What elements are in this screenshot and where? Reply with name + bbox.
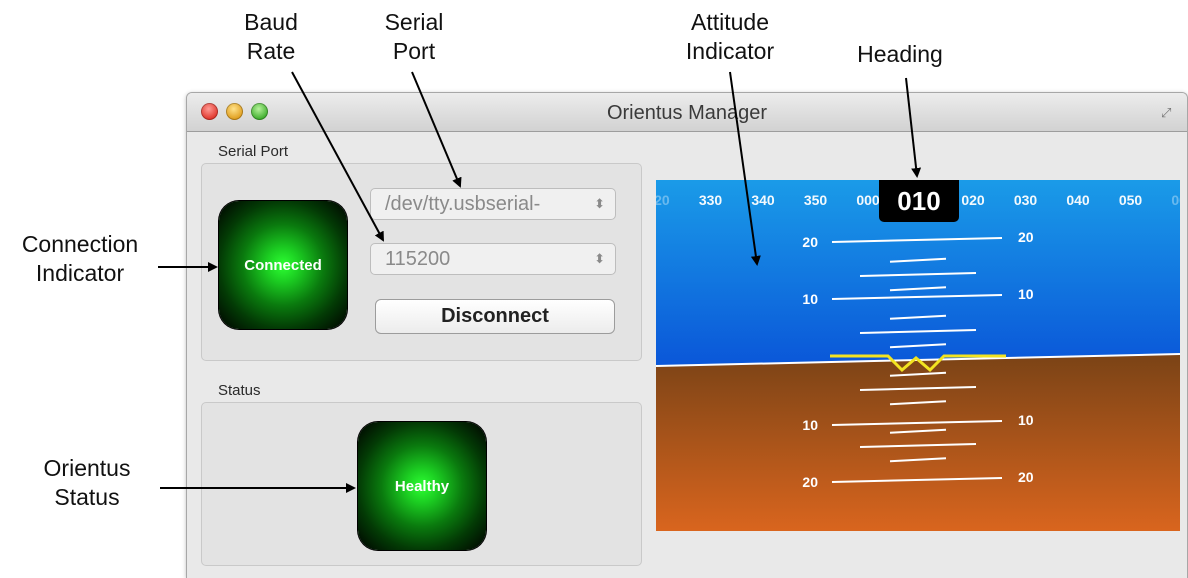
window-title: Orientus Manager <box>606 102 768 124</box>
connection-indicator-lamp: Connected <box>219 201 347 329</box>
chevron-updown-icon: ⬍ <box>594 196 605 211</box>
callout-attitude-indicator: Attitude Indicator <box>685 9 775 64</box>
disconnect-button[interactable]: Disconnect <box>375 299 615 334</box>
pitch-label: 20 <box>1018 469 1034 485</box>
orientus-status-lamp: Healthy <box>358 422 486 550</box>
attitude-indicator-graphic: 320 330 340 350 000010020 030 040 050 060 20 20 10… <box>656 180 1180 531</box>
pitch-label: 20 <box>1018 229 1034 245</box>
heading-tick-label: 350 <box>804 192 828 208</box>
callout-serial-port: Serial Port <box>384 9 444 64</box>
heading-tick-label: 040 <box>1066 192 1090 208</box>
ground <box>656 354 1180 531</box>
heading-readout: 010 <box>879 180 959 222</box>
serial-port-group-label: Serial Port <box>218 143 289 160</box>
pitch-label: 10 <box>1018 286 1034 302</box>
serial-port-value: /dev/tty.usbserial- <box>385 193 541 215</box>
pitch-label: 10 <box>802 417 818 433</box>
pitch-label: 10 <box>1018 412 1034 428</box>
heading-tick-label: 060 <box>1171 192 1180 208</box>
connection-status-text: Connected <box>244 256 322 274</box>
callout-baud-rate: Baud Rate <box>244 9 298 64</box>
heading-tick-label: 330 <box>699 192 723 208</box>
status-group-label: Status <box>218 382 261 399</box>
pitch-label: 20 <box>802 474 818 490</box>
heading-tick-label: 320 <box>656 192 670 208</box>
heading-tick-label: 050 <box>1119 192 1143 208</box>
heading-tick-label: 030 <box>1014 192 1038 208</box>
callout-heading: Heading <box>857 41 943 67</box>
orientus-status-text: Healthy <box>394 477 450 495</box>
baud-rate-select[interactable]: 115200 ⬍ <box>370 243 616 275</box>
heading-tick-label: 000 <box>856 192 880 208</box>
serial-port-select[interactable]: /dev/tty.usbserial- ⬍ <box>370 188 616 220</box>
title-bar: Orientus Manager ⤢ <box>187 93 1187 132</box>
baud-rate-value: 115200 <box>385 248 451 270</box>
fullscreen-icon[interactable]: ⤢ <box>1161 106 1175 120</box>
pitch-label: 20 <box>802 234 818 250</box>
attitude-indicator: 320 330 340 350 000010020 030 040 050 060 20 20 10… <box>656 180 1180 531</box>
callout-orientus-status: Orientus Status <box>43 455 131 510</box>
chevron-updown-icon: ⬍ <box>594 251 605 266</box>
callout-connection-indicator: Connection Indicator <box>21 231 139 286</box>
heading-tick-label: 340 <box>751 192 775 208</box>
heading-tick-label: 020 <box>961 192 985 208</box>
pitch-label: 10 <box>802 291 818 307</box>
